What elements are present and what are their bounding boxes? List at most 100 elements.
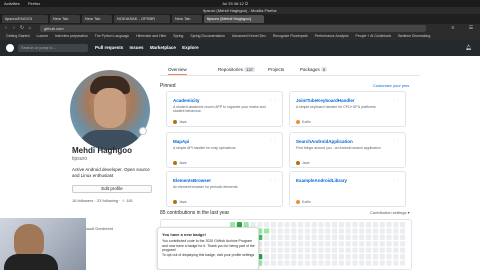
contribution-day-cell[interactable]: [284, 247, 290, 253]
contribution-day-cell[interactable]: [352, 260, 358, 266]
contribution-day-cell[interactable]: [338, 222, 344, 228]
contribution-day-cell[interactable]: [332, 247, 338, 253]
contribution-day-cell[interactable]: [311, 228, 317, 234]
contribution-day-cell[interactable]: [311, 247, 317, 253]
edit-profile-button[interactable]: Edit profile: [72, 185, 152, 193]
contribution-day-cell[interactable]: [332, 228, 338, 234]
drag-handle-icon[interactable]: ⋮⋮: [392, 97, 400, 102]
browser-tab[interactable]: New Tab: [172, 15, 202, 23]
nav-pull-requests[interactable]: Pull requests: [95, 45, 123, 50]
contribution-day-cell[interactable]: [379, 260, 385, 266]
contribution-day-cell[interactable]: [284, 234, 290, 240]
contribution-day-cell[interactable]: [325, 228, 331, 234]
tab-overview[interactable]: Overview: [168, 67, 187, 75]
contribution-day-cell[interactable]: [325, 222, 331, 228]
contribution-day-cell[interactable]: [332, 260, 338, 266]
contribution-day-cell[interactable]: [386, 228, 392, 234]
url-input[interactable]: github.com: [40, 25, 426, 32]
drag-handle-icon[interactable]: ⋮⋮: [269, 177, 277, 182]
contribution-day-cell[interactable]: [359, 241, 365, 247]
contribution-day-cell[interactable]: [338, 234, 344, 240]
bookmark-item[interactable]: Lucene: [37, 33, 48, 40]
contribution-day-cell[interactable]: [311, 222, 317, 228]
bookmark-item[interactable]: Spring Documentation: [190, 33, 225, 40]
contribution-day-cell[interactable]: [284, 260, 290, 266]
contribution-day-cell[interactable]: [311, 260, 317, 266]
contribution-day-cell[interactable]: [359, 222, 365, 228]
contribution-day-cell[interactable]: [359, 234, 365, 240]
drag-handle-icon[interactable]: ⋮⋮: [269, 138, 277, 143]
back-icon[interactable]: ‹: [3, 25, 9, 31]
contribution-day-cell[interactable]: [338, 241, 344, 247]
contribution-day-cell[interactable]: [325, 247, 331, 253]
contribution-day-cell[interactable]: [352, 241, 358, 247]
repo-link[interactable]: JointTubeKeyboardHandler: [296, 98, 355, 103]
contribution-day-cell[interactable]: [291, 241, 297, 247]
contribution-day-cell[interactable]: [359, 247, 365, 253]
notifications-icon[interactable]: 🔔︎: [466, 45, 472, 51]
contribution-day-cell[interactable]: [332, 241, 338, 247]
contribution-day-cell[interactable]: [372, 234, 378, 240]
contribution-day-cell[interactable]: [372, 247, 378, 253]
contribution-day-cell[interactable]: [304, 228, 310, 234]
forward-icon[interactable]: ›: [11, 25, 17, 31]
repo-link[interactable]: ExampleAndroidLibrary: [296, 178, 347, 183]
tab-packages[interactable]: Packages 0: [300, 67, 328, 72]
contribution-day-cell[interactable]: [304, 222, 310, 228]
contribution-day-cell[interactable]: [379, 222, 385, 228]
contribution-day-cell[interactable]: [338, 228, 344, 234]
activities-button[interactable]: Activities: [4, 1, 20, 6]
contribution-day-cell[interactable]: [400, 247, 406, 253]
contribution-day-cell[interactable]: [372, 254, 378, 260]
contribution-day-cell[interactable]: [291, 254, 297, 260]
bookmark-item[interactable]: Advanced Kernel Dev: [232, 33, 266, 40]
pinned-card[interactable]: ElementsBrowser ⋮⋮ An element browser fo…: [166, 171, 283, 207]
library-icon[interactable]: ≡: [450, 25, 456, 31]
contribution-day-cell[interactable]: [298, 241, 304, 247]
contribution-day-cell[interactable]: [345, 247, 351, 253]
contribution-day-cell[interactable]: [318, 234, 324, 240]
contribution-day-cell[interactable]: [264, 260, 270, 266]
contribution-day-cell[interactable]: [284, 222, 290, 228]
contribution-day-cell[interactable]: [400, 222, 406, 228]
contribution-day-cell[interactable]: [338, 260, 344, 266]
contribution-day-cell[interactable]: [270, 234, 276, 240]
contribution-day-cell[interactable]: [393, 222, 399, 228]
contribution-day-cell[interactable]: [311, 234, 317, 240]
contribution-day-cell[interactable]: [298, 247, 304, 253]
contribution-day-cell[interactable]: [393, 228, 399, 234]
contribution-day-cell[interactable]: [332, 234, 338, 240]
contribution-day-cell[interactable]: [372, 222, 378, 228]
contribution-day-cell[interactable]: [352, 254, 358, 260]
tab-repositories[interactable]: Repositories 137: [218, 67, 255, 72]
browser-tab[interactable]: NOKIASAK - GPSBR: [114, 15, 170, 23]
contribution-day-cell[interactable]: [284, 241, 290, 247]
follow-stats[interactable]: 16 followers · 23 following · ☆ 181: [72, 198, 133, 203]
contribution-day-cell[interactable]: [372, 228, 378, 234]
contribution-day-cell[interactable]: [325, 241, 331, 247]
contribution-day-cell[interactable]: [298, 260, 304, 266]
contribution-day-cell[interactable]: [359, 228, 365, 234]
contribution-day-cell[interactable]: [270, 260, 276, 266]
drag-handle-icon[interactable]: ⋮⋮: [392, 177, 400, 182]
menu-icon[interactable]: ☰: [468, 25, 474, 31]
contribution-day-cell[interactable]: [400, 254, 406, 260]
contribution-day-cell[interactable]: [277, 254, 283, 260]
contribution-day-cell[interactable]: [352, 228, 358, 234]
contribution-day-cell[interactable]: [277, 234, 283, 240]
contribution-day-cell[interactable]: [264, 241, 270, 247]
contribution-day-cell[interactable]: [345, 234, 351, 240]
contribution-day-cell[interactable]: [379, 241, 385, 247]
contribution-day-cell[interactable]: [366, 254, 372, 260]
contribution-day-cell[interactable]: [345, 241, 351, 247]
contribution-day-cell[interactable]: [379, 228, 385, 234]
contribution-day-cell[interactable]: [386, 260, 392, 266]
contribution-day-cell[interactable]: [386, 241, 392, 247]
pinned-card[interactable]: MapApi ⋮⋮ A simple API handler for map o…: [166, 132, 283, 168]
contribution-day-cell[interactable]: [366, 228, 372, 234]
drag-handle-icon[interactable]: ⋮⋮: [269, 97, 277, 102]
browser-tab[interactable]: New Tab: [82, 15, 112, 23]
browser-tab-active[interactable]: tipsuro (Mehdi Haghgoo): [204, 15, 264, 23]
search-input[interactable]: Search or jump to...: [18, 44, 88, 52]
contribution-day-cell[interactable]: [298, 254, 304, 260]
